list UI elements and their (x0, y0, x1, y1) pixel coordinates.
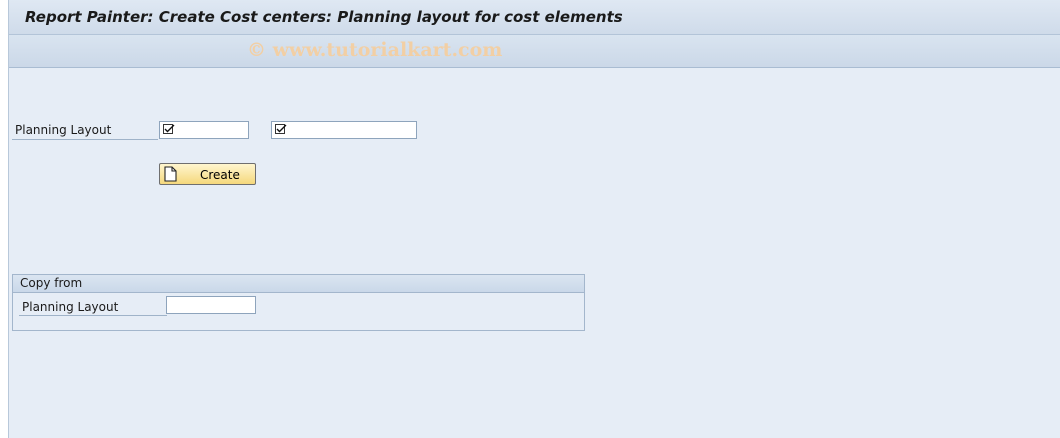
application-toolbar: © www.tutorialkart.com (9, 35, 1060, 68)
label-underline (19, 315, 167, 316)
watermark: © www.tutorialkart.com (247, 39, 503, 61)
create-button[interactable]: Create (159, 163, 256, 185)
label-underline (12, 139, 158, 140)
title-bar: Report Painter: Create Cost centers: Pla… (9, 0, 1060, 35)
planning-layout-name-input[interactable] (271, 121, 417, 139)
planning-layout-set-input[interactable] (159, 121, 249, 139)
group-header: Copy from (13, 275, 584, 293)
planning-layout-label: Planning Layout (15, 123, 112, 137)
copy-from-group: Copy from Planning Layout (12, 274, 585, 331)
document-icon (164, 166, 177, 185)
required-field-icon (163, 124, 175, 138)
page-title: Report Painter: Create Cost centers: Pla… (25, 8, 623, 26)
group-title: Copy from (20, 276, 83, 290)
main-window: Report Painter: Create Cost centers: Pla… (8, 0, 1060, 438)
copy-planning-layout-input[interactable] (166, 296, 256, 314)
copy-planning-layout-label: Planning Layout (22, 300, 119, 314)
required-field-icon (275, 124, 287, 138)
create-button-label: Create (200, 168, 240, 182)
